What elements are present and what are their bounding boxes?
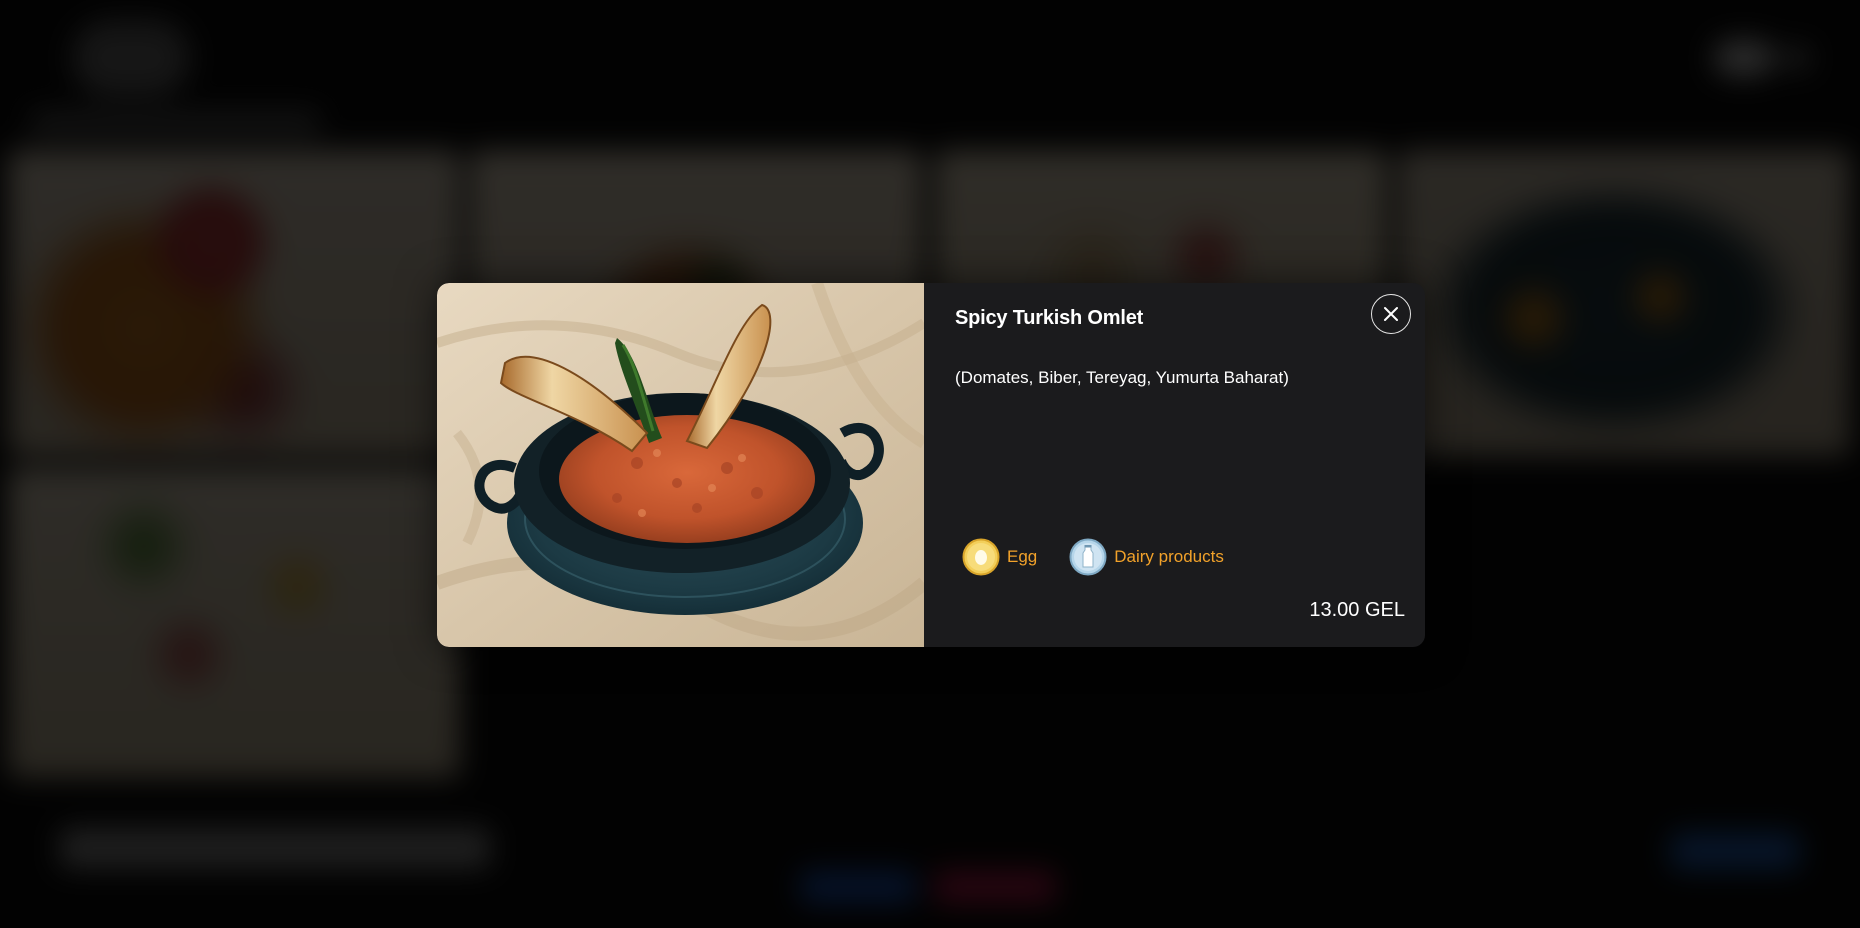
egg-icon (962, 538, 1000, 576)
close-icon (1384, 307, 1398, 321)
product-modal: Spicy Turkish Omlet (Domates, Biber, Ter… (437, 283, 1425, 647)
product-details: Spicy Turkish Omlet (Domates, Biber, Ter… (924, 283, 1425, 647)
allergen-label: Egg (1007, 547, 1038, 566)
app-viewport: Spicy Turkish Omlet (Domates, Biber, Ter… (0, 0, 1860, 928)
dish-ingredients: (Domates, Biber, Tereyag, Yumurta Bahara… (955, 368, 1289, 387)
allergen-egg: Egg (962, 538, 1037, 576)
allergen-label: Dairy products (1114, 547, 1224, 566)
allergen-dairy: Dairy products (1069, 538, 1224, 576)
dish-price: 13.00 GEL (1309, 599, 1405, 621)
milk-bottle-icon (1069, 538, 1107, 576)
close-button[interactable] (1371, 294, 1411, 334)
allergen-list: Egg Dairy products (962, 538, 1224, 576)
dish-photo (437, 283, 924, 647)
dish-title: Spicy Turkish Omlet (955, 307, 1144, 329)
